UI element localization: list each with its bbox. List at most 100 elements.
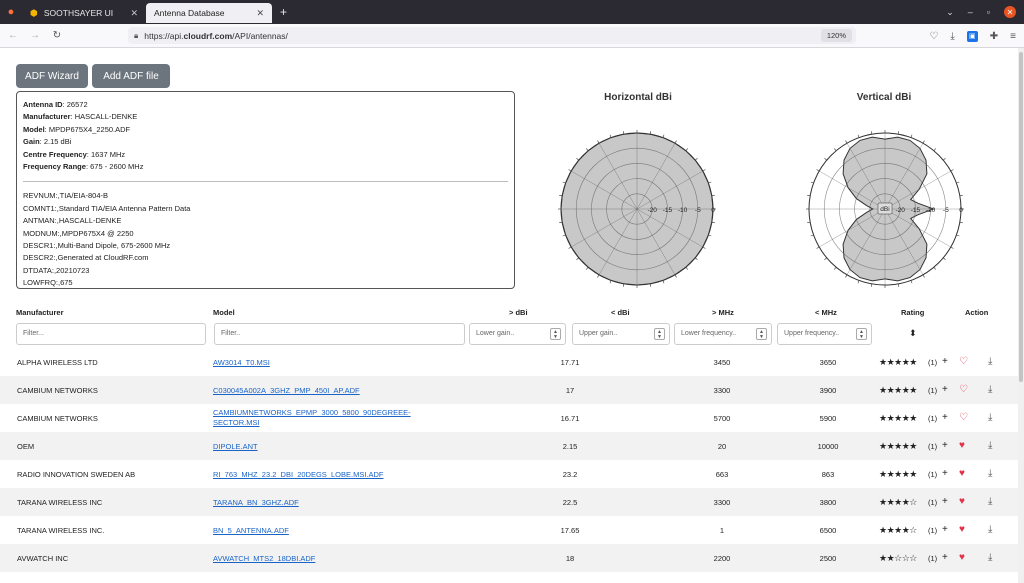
download-icon[interactable]: ⤓ [988,552,992,563]
favorite-filled-icon[interactable]: ♥ [959,524,965,535]
favorite-filled-icon[interactable]: ♥ [959,496,965,507]
extension-icon[interactable]: ▣ [966,30,978,42]
add-rating-icon[interactable]: + [942,524,948,535]
add-rating-icon[interactable]: + [942,356,948,367]
download-icon[interactable]: ⤓ [988,412,992,423]
pocket-icon[interactable]: ♡ [929,31,938,42]
new-tab-icon[interactable]: + [280,5,287,19]
lower-frequency-input[interactable]: Lower frequency.. ▲ ▼ [674,323,772,345]
polar-tick [933,148,937,151]
favorite-filled-icon[interactable]: ♥ [959,468,965,479]
tab-list-icon[interactable]: ⌄ [946,7,954,18]
reload-icon[interactable]: ↻ [48,30,66,41]
header-gain-gt[interactable]: > dBi [509,308,528,317]
tab-antenna-database[interactable]: Antenna Database ✕ [146,3,272,23]
antenna-field-label: Antenna ID [23,100,63,109]
upper-frequency-input[interactable]: Upper frequency.. ▲ ▼ [777,323,872,345]
close-window-icon[interactable]: ✕ [1004,6,1016,18]
polar-tick [910,134,913,138]
back-icon[interactable]: ← [4,30,22,41]
zoom-level[interactable]: 120% [820,29,852,42]
cell-model-link[interactable]: TARANA_BN_3GHZ.ADF [213,498,463,508]
favorite-outline-icon[interactable]: ♡ [959,356,968,367]
table-row[interactable]: TARANA WIRELESS INC. BN_5_ANTENNA.ADF 17.6… [0,516,1018,544]
header-manufacturer[interactable]: Manufacturer [16,308,64,317]
table-row[interactable]: TARANA WIRELESS INC TARANA_BN_3GHZ.ADF 22.… [0,488,1018,516]
minimize-icon[interactable]: – [968,7,973,17]
spinner-icon[interactable]: ▲ ▼ [550,328,561,340]
cell-model-link[interactable]: BN_5_ANTENNA.ADF [213,526,463,536]
close-icon[interactable]: ✕ [256,8,264,19]
table-row[interactable]: ALPHA WIRELESS LTD AW3014_T0.MSI 17.71 3450… [0,348,1018,376]
download-icon[interactable]: ⤓ [988,468,992,479]
add-rating-icon[interactable]: + [942,552,948,563]
antenna-field-value: 2.15 dBi [43,137,72,147]
cell-manufacturer: ALPHA WIRELESS LTD [17,358,98,367]
add-rating-icon[interactable]: + [942,440,948,451]
extensions-puzzle-icon[interactable]: ✚ [990,31,998,42]
model-filter-input[interactable]: Filter.. [214,323,465,345]
download-icon[interactable]: ⤓ [988,440,992,451]
downloads-icon[interactable]: ⤓ [950,31,954,42]
rating-stars: ★★★★★ [879,385,917,395]
cell-gain: 18 [565,554,575,563]
antenna-details-panel[interactable]: Antenna ID: 26572 Manufacturer: HASCALL-D… [16,91,515,289]
polar-tick [708,181,712,184]
add-rating-icon[interactable]: + [942,468,948,479]
add-rating-icon[interactable]: + [942,384,948,395]
lock-icon[interactable]: 🔒︎ [134,31,138,41]
spinner-icon[interactable]: ▲ ▼ [654,328,665,340]
tab-soothsayer[interactable]: ⬢ SOOTHSAYER UI ✕ [22,3,146,23]
cell-model-link[interactable]: RI_763_MHZ_23.2_DBI_20DEGS_LOBE.MSI.ADF [213,470,463,480]
favorite-outline-icon[interactable]: ♡ [959,412,968,423]
table-row[interactable]: RADIO INNOVATION SWEDEN AB RI_763_MHZ_23.… [0,460,1018,488]
header-freq-gt[interactable]: > MHz [712,308,734,317]
url-bar[interactable]: 🔒︎ https://api. cloudrf.com/API/antennas/… [128,27,856,44]
polar-tick [943,257,946,261]
cell-model-link[interactable]: DIPOLE.ANT [213,442,463,452]
maximize-icon[interactable]: ▫ [987,7,990,17]
table-row[interactable]: CAMBIUM NETWORKS CAMBIUMNETWORKS_EPMP_300… [0,404,1018,432]
cell-model-link[interactable]: C030045A002A_3GHZ_PMP_450I_AP.ADF [213,386,463,396]
header-rating[interactable]: Rating [901,308,924,317]
favorite-filled-icon[interactable]: ♥ [959,440,965,451]
download-icon[interactable]: ⤓ [988,384,992,395]
header-model[interactable]: Model [213,308,235,317]
cell-model-link[interactable]: AVWATCH_MTS2_18DBI.ADF [213,554,463,564]
download-icon[interactable]: ⤓ [988,496,992,507]
firefox-icon[interactable]: ● [0,0,22,24]
spinner-icon[interactable]: ▲ ▼ [756,328,767,340]
adf-wizard-button[interactable]: ADF Wizard [16,64,88,88]
manufacturer-filter-input[interactable]: Filter... [16,323,206,345]
upper-gain-input[interactable]: Upper gain.. ▲ ▼ [572,323,670,345]
cell-model-link[interactable]: CAMBIUMNETWORKS_EPMP_3000_5800_90DEGREEE… [213,408,463,428]
antenna-field-label: Manufacturer [23,112,71,122]
header-gain-lt[interactable]: < dBi [611,308,630,317]
menu-icon[interactable]: ≡ [1010,31,1016,42]
header-freq-lt[interactable]: < MHz [815,308,837,317]
scrollbar[interactable] [1018,48,1024,583]
cell-model-link[interactable]: AW3014_T0.MSI [213,358,463,368]
download-icon[interactable]: ⤓ [988,356,992,367]
polar-tick [649,283,652,287]
url-prefix: https://api. [144,30,184,41]
add-adf-file-button[interactable]: Add ADF file [92,64,170,88]
add-rating-icon[interactable]: + [942,412,948,423]
table-row[interactable]: OEM DIPOLE.ANT 2.15 20 10000 ★★★★★ (1) + ♥ ⤓ [0,432,1018,460]
polar-tick [845,274,848,278]
spinner-icon[interactable]: ▲ ▼ [856,328,867,340]
favorite-outline-icon[interactable]: ♡ [959,384,968,395]
download-icon[interactable]: ⤓ [988,524,992,535]
lower-gain-input[interactable]: Lower gain.. ▲ ▼ [469,323,566,345]
table-row[interactable]: CAMBIUM NETWORKS C030045A002A_3GHZ_PMP_45… [0,376,1018,404]
favorite-filled-icon[interactable]: ♥ [959,552,965,563]
close-icon[interactable]: ✕ [130,8,138,19]
scrollbar-thumb[interactable] [1019,52,1023,382]
rating-count: (1) [928,554,938,563]
forward-icon[interactable]: → [26,30,44,41]
polar-tick [708,234,712,237]
table-row[interactable]: AVWATCH INC AVWATCH_MTS2_18DBI.ADF 18 2200 2… [0,544,1018,572]
polar-tick [695,257,698,261]
add-rating-icon[interactable]: + [942,496,948,507]
sort-icon[interactable]: ⬍ [909,328,917,339]
